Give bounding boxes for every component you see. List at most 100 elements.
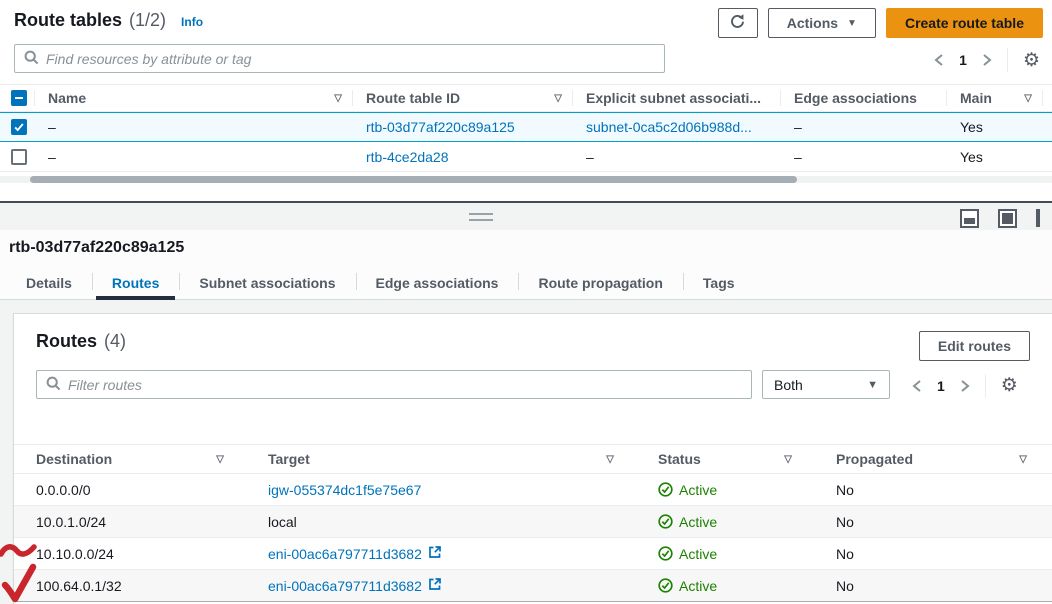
subnet-association-link[interactable]: subnet-0ca5c2d06b988d... — [586, 119, 752, 135]
cell-edge: – — [780, 119, 946, 135]
horizontal-scrollbar — [0, 176, 1052, 183]
chevron-right-icon[interactable] — [982, 53, 992, 67]
route-row[interactable]: 10.10.0.0/24 eni-00ac6a797711d3682 Activ… — [14, 538, 1052, 570]
dropdown-value: Both — [774, 377, 803, 393]
tab-details[interactable]: Details — [6, 266, 92, 299]
status-badge: Active — [658, 546, 717, 562]
sort-icon: ▽ — [334, 93, 342, 104]
column-header-destination[interactable]: Destination ▽ — [14, 451, 246, 467]
select-all-checkbox[interactable] — [11, 90, 27, 106]
sort-icon: ▽ — [1019, 454, 1027, 465]
cell-name: – — [34, 149, 352, 165]
divider — [1007, 48, 1008, 72]
table-row[interactable]: – rtb-03d77af220c89a125 subnet-0ca5c2d06… — [0, 112, 1052, 142]
filter-routes-input[interactable] — [68, 377, 742, 393]
scrollbar-thumb[interactable] — [30, 176, 797, 183]
detail-header: rtb-03d77af220c89a125 Details Routes Sub… — [0, 230, 1052, 300]
cell-propagated: No — [814, 546, 1052, 562]
layout-bottom-panel-icon[interactable] — [960, 209, 979, 228]
panel-layout-controls — [960, 209, 1050, 228]
routes-table: Destination ▽ Target ▽ Status ▽ Propagat… — [14, 444, 1052, 602]
cell-destination: 100.64.0.1/32 — [14, 578, 246, 594]
page-header: Route tables (1/2) Info Actions ▼ Create… — [0, 0, 1052, 44]
header-buttons: Actions ▼ Create route table — [718, 8, 1043, 38]
column-header-main[interactable]: Main ▽ — [946, 85, 1042, 111]
detail-title: rtb-03d77af220c89a125 — [9, 239, 184, 257]
chevron-down-icon: ▼ — [847, 18, 857, 29]
actions-button[interactable]: Actions ▼ — [768, 8, 876, 38]
refresh-button[interactable] — [718, 8, 758, 38]
edit-routes-button[interactable]: Edit routes — [919, 331, 1030, 361]
route-row[interactable]: 10.0.1.0/24 local Active No — [14, 506, 1052, 538]
cell-main: Yes — [946, 119, 1042, 135]
routes-filter — [36, 370, 752, 399]
external-link-icon[interactable] — [428, 545, 442, 562]
gear-icon[interactable]: ⚙ — [1001, 376, 1018, 395]
page-title: Route tables — [14, 10, 122, 31]
external-link-icon[interactable] — [428, 577, 442, 594]
select-all-cell — [0, 90, 34, 106]
table-header-row: Name ▽ Route table ID ▽ Explicit subnet … — [0, 84, 1052, 112]
route-type-dropdown[interactable]: Both ▼ — [762, 370, 890, 399]
route-tables-page: Route tables (1/2) Info Actions ▼ Create… — [0, 0, 1052, 604]
sort-icon: ▽ — [784, 454, 792, 465]
routes-pagination: 1 ⚙ — [912, 371, 1018, 400]
row-checkbox[interactable] — [11, 149, 27, 165]
routes-header-row: Destination ▽ Target ▽ Status ▽ Propagat… — [14, 444, 1052, 474]
cell-edge: – — [780, 149, 946, 165]
split-drag-handle[interactable] — [469, 213, 493, 221]
tab-edge-associations[interactable]: Edge associations — [356, 266, 519, 299]
target-link[interactable]: igw-055374dc1f5e75e67 — [268, 482, 421, 498]
search-icon — [24, 50, 39, 68]
chevron-right-icon[interactable] — [960, 379, 970, 393]
column-header-explicit-subnet[interactable]: Explicit subnet associati... — [572, 85, 780, 111]
page-count: (1/2) — [129, 10, 166, 31]
routes-heading: Routes (4) — [36, 331, 126, 352]
tab-tags[interactable]: Tags — [683, 266, 755, 299]
cell-propagated: No — [814, 578, 1052, 594]
current-page[interactable]: 1 — [937, 378, 945, 394]
route-row[interactable]: 100.64.0.1/32 eni-00ac6a797711d3682 Acti… — [14, 570, 1052, 602]
target-link[interactable]: eni-00ac6a797711d3682 — [268, 546, 422, 562]
route-tables-table: Name ▽ Route table ID ▽ Explicit subnet … — [0, 84, 1052, 172]
row-checkbox[interactable] — [11, 119, 27, 135]
cell-destination: 10.10.0.0/24 — [14, 546, 246, 562]
actions-label: Actions — [787, 15, 838, 31]
column-header-propagated[interactable]: Propagated ▽ — [814, 451, 1052, 467]
chevron-left-icon[interactable] — [912, 379, 922, 393]
create-route-table-button[interactable]: Create route table — [886, 8, 1043, 38]
column-header-edge-associations[interactable]: Edge associations — [780, 85, 946, 111]
tab-routes[interactable]: Routes — [92, 266, 179, 299]
cell-subnet: – — [572, 149, 780, 165]
route-row[interactable]: 0.0.0.0/0 igw-055374dc1f5e75e67 Active N… — [14, 474, 1052, 506]
cell-name: – — [34, 119, 352, 135]
route-table-id-link[interactable]: rtb-03d77af220c89a125 — [366, 119, 515, 135]
target-link[interactable]: eni-00ac6a797711d3682 — [268, 578, 422, 594]
search-icon — [46, 376, 61, 394]
tab-route-propagation[interactable]: Route propagation — [518, 266, 682, 299]
column-header-name[interactable]: Name ▽ — [34, 85, 352, 111]
cell-destination: 10.0.1.0/24 — [14, 514, 246, 530]
status-active-icon — [658, 578, 673, 593]
info-link[interactable]: Info — [181, 15, 203, 29]
search-input[interactable] — [46, 51, 655, 67]
tab-subnet-associations[interactable]: Subnet associations — [179, 266, 355, 299]
divider — [985, 374, 986, 398]
column-header-target[interactable]: Target ▽ — [246, 451, 636, 467]
layout-full-panel-icon[interactable] — [998, 209, 1017, 228]
status-badge: Active — [658, 514, 717, 530]
current-page[interactable]: 1 — [959, 52, 967, 68]
detail-pane: rtb-03d77af220c89a125 Details Routes Sub… — [0, 203, 1052, 604]
gear-icon[interactable]: ⚙ — [1023, 51, 1040, 70]
cell-propagated: No — [814, 514, 1052, 530]
layout-side-panel-icon[interactable] — [1036, 209, 1040, 227]
status-badge: Active — [658, 482, 717, 498]
column-header-status[interactable]: Status ▽ — [636, 451, 814, 467]
route-table-id-link[interactable]: rtb-4ce2da28 — [366, 149, 449, 165]
detail-tabs: Details Routes Subnet associations Edge … — [6, 266, 755, 299]
chevron-left-icon[interactable] — [934, 53, 944, 67]
table-row[interactable]: – rtb-4ce2da28 – – Yes — [0, 142, 1052, 172]
routes-count: (4) — [104, 331, 126, 352]
status-active-icon — [658, 482, 673, 497]
column-header-route-table-id[interactable]: Route table ID ▽ — [352, 85, 572, 111]
